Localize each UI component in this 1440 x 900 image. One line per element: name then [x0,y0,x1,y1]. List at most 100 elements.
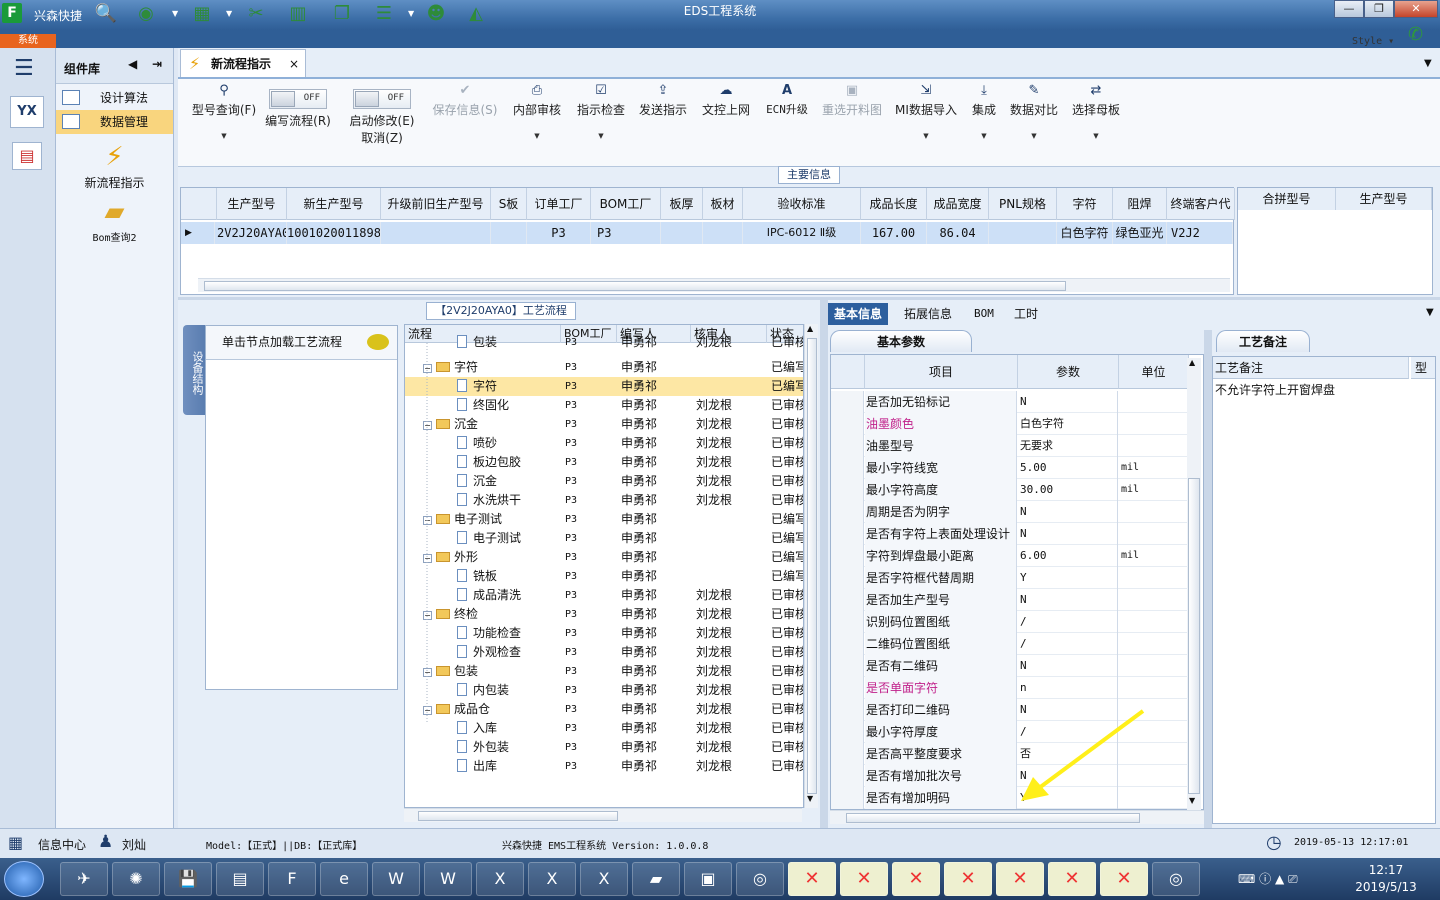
write-flow-toggle[interactable]: OFF 编写流程(R) [262,79,334,167]
column-header[interactable]: 参数 [1018,355,1119,389]
scrollbar-thumb[interactable] [846,813,1140,823]
ie-icon[interactable]: e [320,862,368,896]
calculator-icon[interactable]: ▤ [12,142,42,170]
tab-new-flow[interactable]: ⚡ 新流程指示 × [180,49,306,77]
close-icon[interactable]: × [289,50,299,78]
data-compare-button[interactable]: ✎ 数据对比 ▼ [1008,79,1060,167]
cell-char[interactable]: 白色字符 [1057,222,1113,244]
param-row[interactable]: 最小字符线宽 5.00 mil [831,457,1189,479]
splitter[interactable] [178,297,1440,300]
column-header[interactable]: 单位 [1119,355,1189,389]
toggle-switch[interactable]: OFF [269,89,327,109]
word-icon[interactable]: W [424,862,472,896]
param-row[interactable]: 二维码位置图纸 / [831,633,1189,655]
cell-pnl[interactable] [989,222,1057,244]
param-row[interactable]: 字符到焊盘最小距离 6.00 mil [831,545,1189,567]
twitter-icon[interactable]: ✈ [60,862,108,896]
chevron-down-icon[interactable]: ▼ [807,794,813,803]
eye-icon[interactable]: ◎ [1152,862,1200,896]
vertical-scrollbar[interactable]: ▲ ▼ [804,324,818,808]
chevron-down-icon[interactable]: ▼ [1424,58,1432,69]
cell-old-model[interactable] [381,222,491,244]
phone-icon[interactable]: ✆ [1408,24,1423,45]
ecn-upgrade-button[interactable]: A ECN升级 [762,79,812,167]
column-header[interactable]: 字符 [1057,188,1113,220]
scrollbar-thumb[interactable] [418,811,618,821]
param-row[interactable]: 是否加无铅标记 N [831,391,1189,413]
param-row[interactable]: 识别码位置图纸 / [831,611,1189,633]
param-value[interactable]: / [1018,633,1118,655]
minimize-button[interactable]: — [1334,0,1364,18]
start-modify-toggle[interactable]: OFF 启动修改(E) 取消(Z) [346,79,418,167]
process-remark-tab[interactable]: 工艺备注 [1216,330,1310,352]
excel-icon[interactable]: X [528,862,576,896]
integrate-button[interactable]: ⤓ 集成 ▼ [966,79,1002,167]
splitter[interactable] [820,300,828,828]
sidebar-item-data-management[interactable]: 数据管理 [56,110,173,134]
chevron-down-icon[interactable]: ▼ [1426,307,1434,318]
column-header[interactable]: 工艺备注 [1213,357,1409,379]
maximize-button[interactable]: ❐ [1364,0,1394,18]
cell-order-factory[interactable]: P3 [527,222,591,244]
column-header[interactable]: 板厚 [661,188,703,220]
remark-value[interactable]: 不允许字符上开窗焊盘 [1215,381,1335,398]
param-value[interactable]: N [1018,391,1118,413]
param-value[interactable]: 30.00 [1018,479,1118,501]
param-row[interactable]: 最小字符高度 30.00 mil [831,479,1189,501]
param-value[interactable]: N [1018,655,1118,677]
horizontal-scrollbar[interactable] [198,278,1230,292]
excel-x-icon[interactable]: ✕ [1100,862,1148,896]
excel-x-icon[interactable]: ✕ [944,862,992,896]
scrollbar-thumb[interactable] [807,338,817,794]
grid-icon[interactable]: ▦ [8,833,23,852]
shell-icon[interactable]: ✺ [112,862,160,896]
select-motherboard-button[interactable]: ⇄ 选择母板 ▼ [1070,79,1122,167]
cell-bom-factory[interactable]: P3 [591,222,661,244]
info-center-link[interactable]: 信息中心 [38,836,86,853]
column-header[interactable]: 终端客户代 [1167,188,1235,220]
mi-data-import-button[interactable]: ⇲ MI数据导入 ▼ [894,79,958,167]
chevron-up-icon[interactable]: ▲ [1189,358,1195,367]
column-header[interactable]: 验收标准 [743,188,861,220]
column-header[interactable]: 升级前旧生产型号 [381,188,491,220]
system-tab[interactable]: 系统 [0,34,56,48]
taskbar-clock[interactable]: 12:17 2019/5/13 [1346,862,1426,896]
param-row[interactable]: 是否有二维码 N [831,655,1189,677]
column-header[interactable]: 合拼型号 [1238,188,1336,210]
cell-width[interactable]: 86.04 [927,222,989,244]
param-row[interactable]: 油墨颜色 白色字符 [831,413,1189,435]
param-value[interactable]: 6.00 [1018,545,1118,567]
column-header[interactable]: 项目 [865,355,1018,389]
column-header[interactable]: 生产型号 [217,188,287,220]
chevron-down-icon[interactable]: ▼ [1189,796,1195,805]
excel-x-icon[interactable]: ✕ [788,862,836,896]
tab-basic-info[interactable]: 基本信息 [828,303,889,325]
param-row[interactable]: 是否加生产型号 N [831,589,1189,611]
column-header[interactable]: PNL规格 [989,188,1057,220]
vertical-scrollbar[interactable]: ▲ ▼ [1187,358,1201,810]
horizontal-scrollbar[interactable] [830,810,1204,824]
sidebar-item-design-algorithm[interactable]: 设计算法 [56,86,173,110]
tab-device-structure[interactable]: 设备结构 [183,325,205,415]
column-header[interactable]: 生产型号 [1336,188,1432,210]
cell-client[interactable]: V2J2 [1167,222,1233,244]
horizontal-scrollbar[interactable] [404,808,802,822]
save-icon[interactable]: 💾 [164,862,212,896]
doc-control-online-button[interactable]: ☁ 文控上网 [698,79,754,167]
param-row[interactable]: 周期是否为阴字 N [831,501,1189,523]
column-header[interactable]: 成品长度 [861,188,927,220]
column-header[interactable]: 板材 [703,188,743,220]
excel-x-icon[interactable]: ✕ [996,862,1044,896]
excel-x-icon[interactable]: ✕ [892,862,940,896]
column-header[interactable]: 阻焊 [1113,188,1167,220]
column-header[interactable]: BOM工厂 [591,188,661,220]
cell-thickness[interactable] [661,222,703,244]
excel-icon[interactable]: X [476,862,524,896]
param-row[interactable]: 是否单面字符 n [831,677,1189,699]
splitter[interactable] [1204,330,1212,828]
tab-bom[interactable]: BOM [968,303,1000,325]
scrollbar-thumb[interactable] [1188,478,1200,794]
yx-logo-icon[interactable]: YX [10,96,44,128]
cell-new-model[interactable]: 10010200118984 [287,222,381,244]
param-value[interactable]: N [1018,523,1118,545]
